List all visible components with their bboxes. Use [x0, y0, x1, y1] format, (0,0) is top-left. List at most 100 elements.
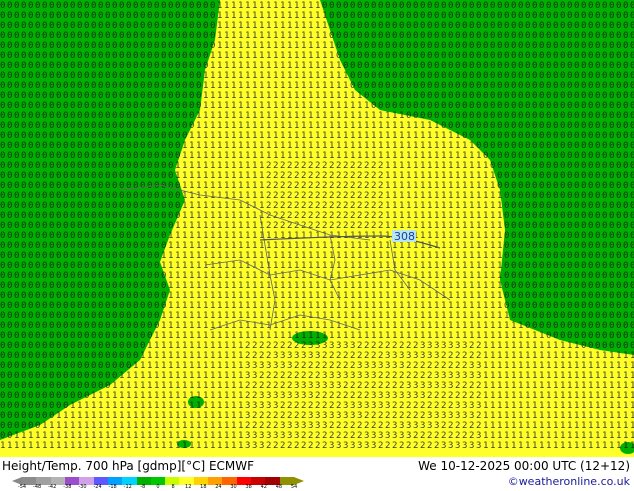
svg-text:1: 1: [518, 381, 523, 391]
svg-text:1: 1: [245, 141, 250, 151]
svg-text:0: 0: [112, 311, 117, 321]
scale-label: -48: [33, 485, 41, 490]
svg-text:2: 2: [266, 411, 271, 421]
svg-text:0: 0: [532, 61, 537, 71]
svg-text:0: 0: [147, 221, 152, 231]
svg-text:1: 1: [371, 261, 376, 271]
svg-text:1: 1: [273, 111, 278, 121]
svg-text:0: 0: [588, 171, 593, 181]
svg-text:1: 1: [287, 21, 292, 31]
svg-text:1: 1: [294, 231, 299, 241]
svg-text:0: 0: [112, 171, 117, 181]
svg-text:1: 1: [217, 421, 222, 431]
svg-text:0: 0: [385, 61, 390, 71]
svg-text:0: 0: [553, 231, 558, 241]
svg-text:0: 0: [469, 1, 474, 11]
svg-text:0: 0: [630, 341, 634, 351]
svg-text:1: 1: [574, 441, 579, 451]
svg-text:1: 1: [441, 171, 446, 181]
svg-text:2: 2: [301, 211, 306, 221]
svg-text:0: 0: [140, 231, 145, 241]
svg-text:1: 1: [462, 211, 467, 221]
svg-text:0: 0: [119, 71, 124, 81]
svg-text:2: 2: [259, 411, 264, 421]
svg-text:1: 1: [322, 71, 327, 81]
svg-text:3: 3: [413, 391, 418, 401]
svg-text:0: 0: [189, 81, 194, 91]
svg-text:1: 1: [588, 431, 593, 441]
svg-text:0: 0: [42, 41, 47, 51]
svg-text:1: 1: [504, 411, 509, 421]
svg-text:0: 0: [77, 211, 82, 221]
svg-text:0: 0: [581, 281, 586, 291]
svg-text:0: 0: [560, 51, 565, 61]
svg-text:1: 1: [147, 391, 152, 401]
svg-text:0: 0: [560, 331, 565, 341]
svg-text:0: 0: [518, 281, 523, 291]
svg-text:0: 0: [469, 41, 474, 51]
svg-text:1: 1: [448, 171, 453, 181]
svg-text:2: 2: [399, 401, 404, 411]
svg-text:1: 1: [420, 121, 425, 131]
svg-text:1: 1: [210, 281, 215, 291]
svg-text:0: 0: [168, 191, 173, 201]
svg-text:0: 0: [623, 81, 628, 91]
svg-text:1: 1: [553, 361, 558, 371]
svg-text:1: 1: [231, 431, 236, 441]
svg-text:0: 0: [511, 21, 516, 31]
svg-text:0: 0: [133, 51, 138, 61]
svg-text:0: 0: [546, 141, 551, 151]
svg-text:3: 3: [399, 431, 404, 441]
svg-text:0: 0: [168, 201, 173, 211]
svg-text:1: 1: [189, 341, 194, 351]
svg-text:0: 0: [168, 211, 173, 221]
svg-text:1: 1: [350, 261, 355, 271]
svg-text:3: 3: [322, 341, 327, 351]
svg-text:2: 2: [308, 201, 313, 211]
svg-text:2: 2: [294, 441, 299, 451]
svg-text:1: 1: [539, 371, 544, 381]
svg-text:0: 0: [161, 301, 166, 311]
svg-text:1: 1: [399, 171, 404, 181]
svg-text:0: 0: [91, 141, 96, 151]
svg-text:1: 1: [252, 181, 257, 191]
svg-text:3: 3: [378, 401, 383, 411]
svg-text:0: 0: [609, 141, 614, 151]
svg-text:1: 1: [196, 351, 201, 361]
svg-text:0: 0: [371, 91, 376, 101]
svg-text:1: 1: [315, 61, 320, 71]
svg-text:2: 2: [273, 371, 278, 381]
svg-text:1: 1: [266, 91, 271, 101]
svg-text:0: 0: [196, 11, 201, 21]
svg-text:0: 0: [553, 81, 558, 91]
svg-text:1: 1: [301, 241, 306, 251]
svg-text:0: 0: [448, 31, 453, 41]
svg-text:2: 2: [266, 171, 271, 181]
svg-text:2: 2: [322, 171, 327, 181]
svg-text:2: 2: [392, 441, 397, 451]
svg-text:0: 0: [98, 181, 103, 191]
svg-text:1: 1: [490, 171, 495, 181]
svg-text:1: 1: [315, 261, 320, 271]
svg-text:1: 1: [238, 71, 243, 81]
svg-text:0: 0: [21, 111, 26, 121]
svg-text:0: 0: [518, 41, 523, 51]
svg-text:1: 1: [336, 71, 341, 81]
svg-text:0: 0: [609, 121, 614, 131]
svg-text:1: 1: [287, 91, 292, 101]
svg-text:1: 1: [196, 441, 201, 451]
svg-text:0: 0: [567, 321, 572, 331]
svg-text:1: 1: [196, 371, 201, 381]
svg-text:0: 0: [525, 31, 530, 41]
svg-text:1: 1: [469, 261, 474, 271]
svg-text:1: 1: [497, 441, 502, 451]
svg-text:1: 1: [196, 401, 201, 411]
svg-text:1: 1: [280, 331, 285, 341]
svg-text:1: 1: [210, 341, 215, 351]
svg-text:1: 1: [182, 271, 187, 281]
site-credit[interactable]: ©weatheronline.co.uk: [508, 475, 630, 488]
svg-text:0: 0: [567, 251, 572, 261]
svg-text:3: 3: [406, 421, 411, 431]
svg-text:0: 0: [56, 81, 61, 91]
svg-text:3: 3: [273, 391, 278, 401]
